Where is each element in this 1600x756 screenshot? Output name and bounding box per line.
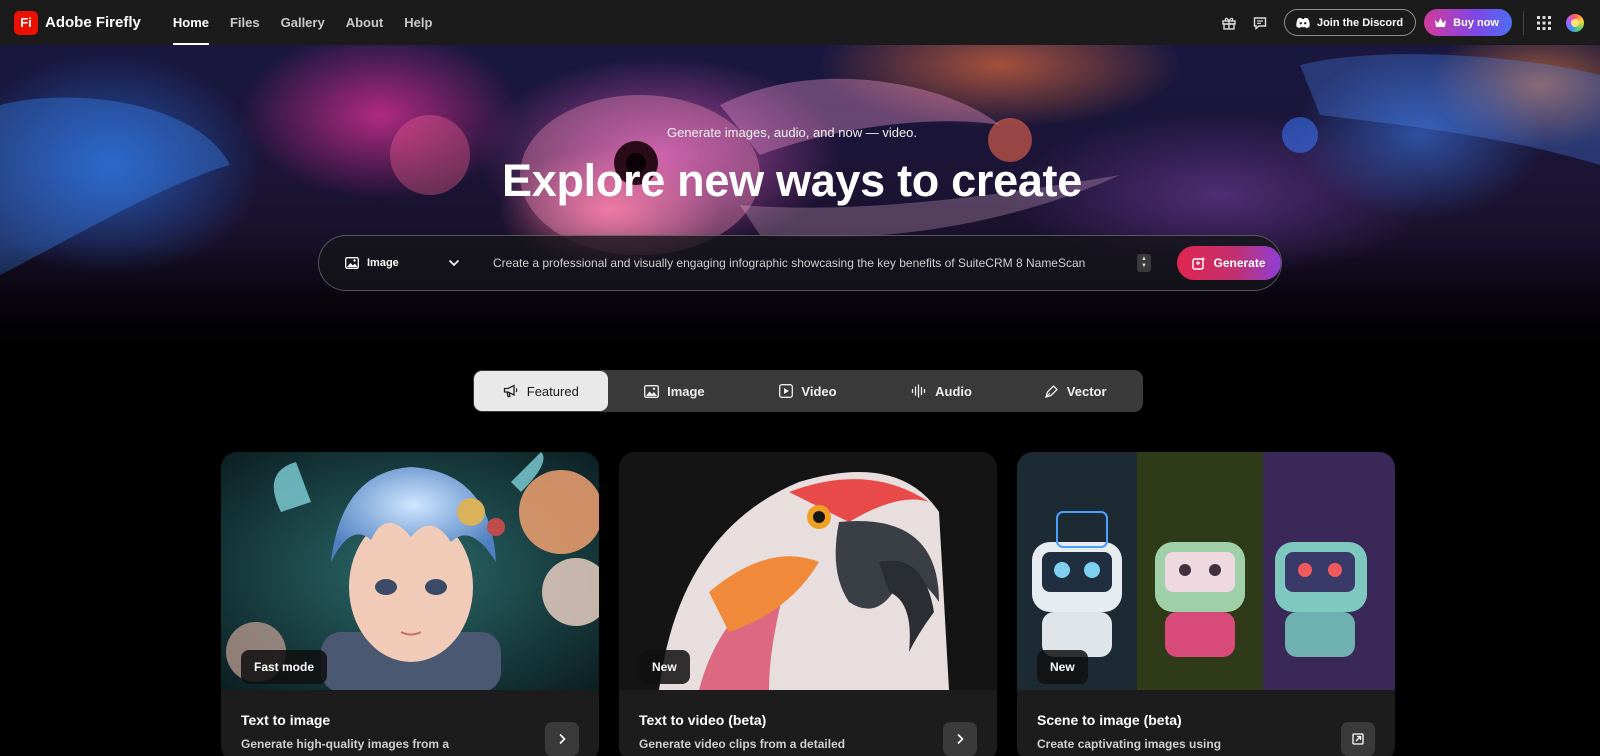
- tab-featured-label: Featured: [526, 383, 579, 399]
- main-nav: Home Files Gallery About Help: [172, 0, 454, 45]
- card-badge: New: [1037, 650, 1088, 684]
- discord-icon: [1296, 17, 1310, 28]
- brand[interactable]: Fi Adobe Firefly: [14, 10, 141, 35]
- app-name: Adobe Firefly: [45, 14, 141, 31]
- nav-item-files[interactable]: Files: [230, 0, 260, 45]
- video-icon: [779, 384, 794, 398]
- card-badge: New: [639, 650, 690, 684]
- card-description: Generate video clips from a detailed: [639, 737, 846, 751]
- header-actions: Join the Discord Buy now: [1218, 0, 1600, 45]
- generate-button[interactable]: Generate: [1177, 246, 1281, 280]
- feature-card-text-to-video[interactable]: New Text to video (beta) Generate video …: [619, 452, 997, 756]
- grid-icon[interactable]: [1534, 13, 1554, 33]
- pen-icon: [1044, 384, 1058, 398]
- mode-select[interactable]: Image: [345, 257, 460, 269]
- category-tabs: Featured Image Video Audio Vector: [473, 370, 1143, 412]
- card-body: Text to image Generate high-quality imag…: [221, 690, 599, 756]
- join-discord-label: Join the Discord: [1316, 16, 1404, 29]
- caret-up-icon: ▲: [1141, 256, 1147, 262]
- card-body: Scene to image (beta) Create captivating…: [1017, 690, 1395, 756]
- prompt-bar: Image Create a professional and visually…: [318, 235, 1282, 291]
- chevron-right-icon[interactable]: [943, 722, 977, 756]
- nav-item-about[interactable]: About: [346, 0, 384, 45]
- avatar[interactable]: [1566, 13, 1584, 32]
- generate-icon: [1192, 256, 1206, 270]
- hero-banner: Generate images, audio, and now — video.…: [0, 45, 1600, 365]
- nav-item-gallery[interactable]: Gallery: [281, 0, 325, 45]
- caret-down-icon: ▼: [1141, 263, 1147, 269]
- prompt-input[interactable]: Create a professional and visually engag…: [493, 256, 1113, 270]
- nav-item-help[interactable]: Help: [404, 0, 432, 45]
- gift-icon[interactable]: [1218, 12, 1240, 34]
- card-description: Create captivating images using: [1037, 737, 1222, 751]
- feature-card-text-to-image[interactable]: Fast mode Text to image Generate high-qu…: [221, 452, 599, 756]
- image-icon: [644, 384, 660, 398]
- card-body: Text to video (beta) Generate video clip…: [619, 690, 997, 756]
- image-icon: [345, 257, 359, 269]
- tab-vector-label: Vector: [1066, 383, 1107, 399]
- feature-card-scene-to-image[interactable]: New Scene to image (beta) Create captiva…: [1017, 452, 1395, 756]
- tab-audio-label: Audio: [935, 383, 972, 399]
- chat-icon[interactable]: [1249, 12, 1271, 34]
- card-badge: Fast mode: [241, 650, 328, 684]
- tab-vector[interactable]: Vector: [1008, 371, 1142, 411]
- audio-icon: [912, 384, 926, 398]
- tab-audio[interactable]: Audio: [875, 371, 1009, 411]
- chevron-down-icon: [448, 259, 460, 267]
- top-navigation-bar: Fi Adobe Firefly Home Files Gallery Abou…: [0, 0, 1600, 45]
- open-external-icon[interactable]: [1341, 722, 1375, 756]
- mode-select-value: Image: [367, 257, 399, 269]
- tab-image-label: Image: [667, 383, 705, 399]
- header-divider: [1523, 10, 1524, 35]
- hero-eyebrow: Generate images, audio, and now — video.: [666, 125, 918, 140]
- prompt-stepper[interactable]: ▲ ▼: [1137, 254, 1151, 272]
- hero-title: Explore new ways to create: [502, 155, 1082, 206]
- tab-video[interactable]: Video: [741, 371, 875, 411]
- generate-label: Generate: [1213, 256, 1266, 270]
- card-description: Generate high-quality images from a: [241, 737, 450, 751]
- card-title: Scene to image (beta): [1037, 712, 1182, 728]
- chevron-right-icon[interactable]: [545, 722, 579, 756]
- nav-item-home[interactable]: Home: [172, 0, 210, 45]
- firefly-logo: Fi: [14, 10, 38, 35]
- crown-icon: [1435, 18, 1447, 27]
- card-title: Text to video (beta): [639, 712, 767, 728]
- tab-video-label: Video: [801, 383, 837, 399]
- tab-image[interactable]: Image: [608, 371, 742, 411]
- megaphone-icon: [503, 384, 518, 398]
- buy-now-button[interactable]: Buy now: [1424, 9, 1512, 36]
- buy-now-label: Buy now: [1453, 16, 1499, 29]
- tab-featured[interactable]: Featured: [474, 371, 608, 411]
- join-discord-button[interactable]: Join the Discord: [1283, 9, 1417, 36]
- card-title: Text to image: [241, 712, 331, 728]
